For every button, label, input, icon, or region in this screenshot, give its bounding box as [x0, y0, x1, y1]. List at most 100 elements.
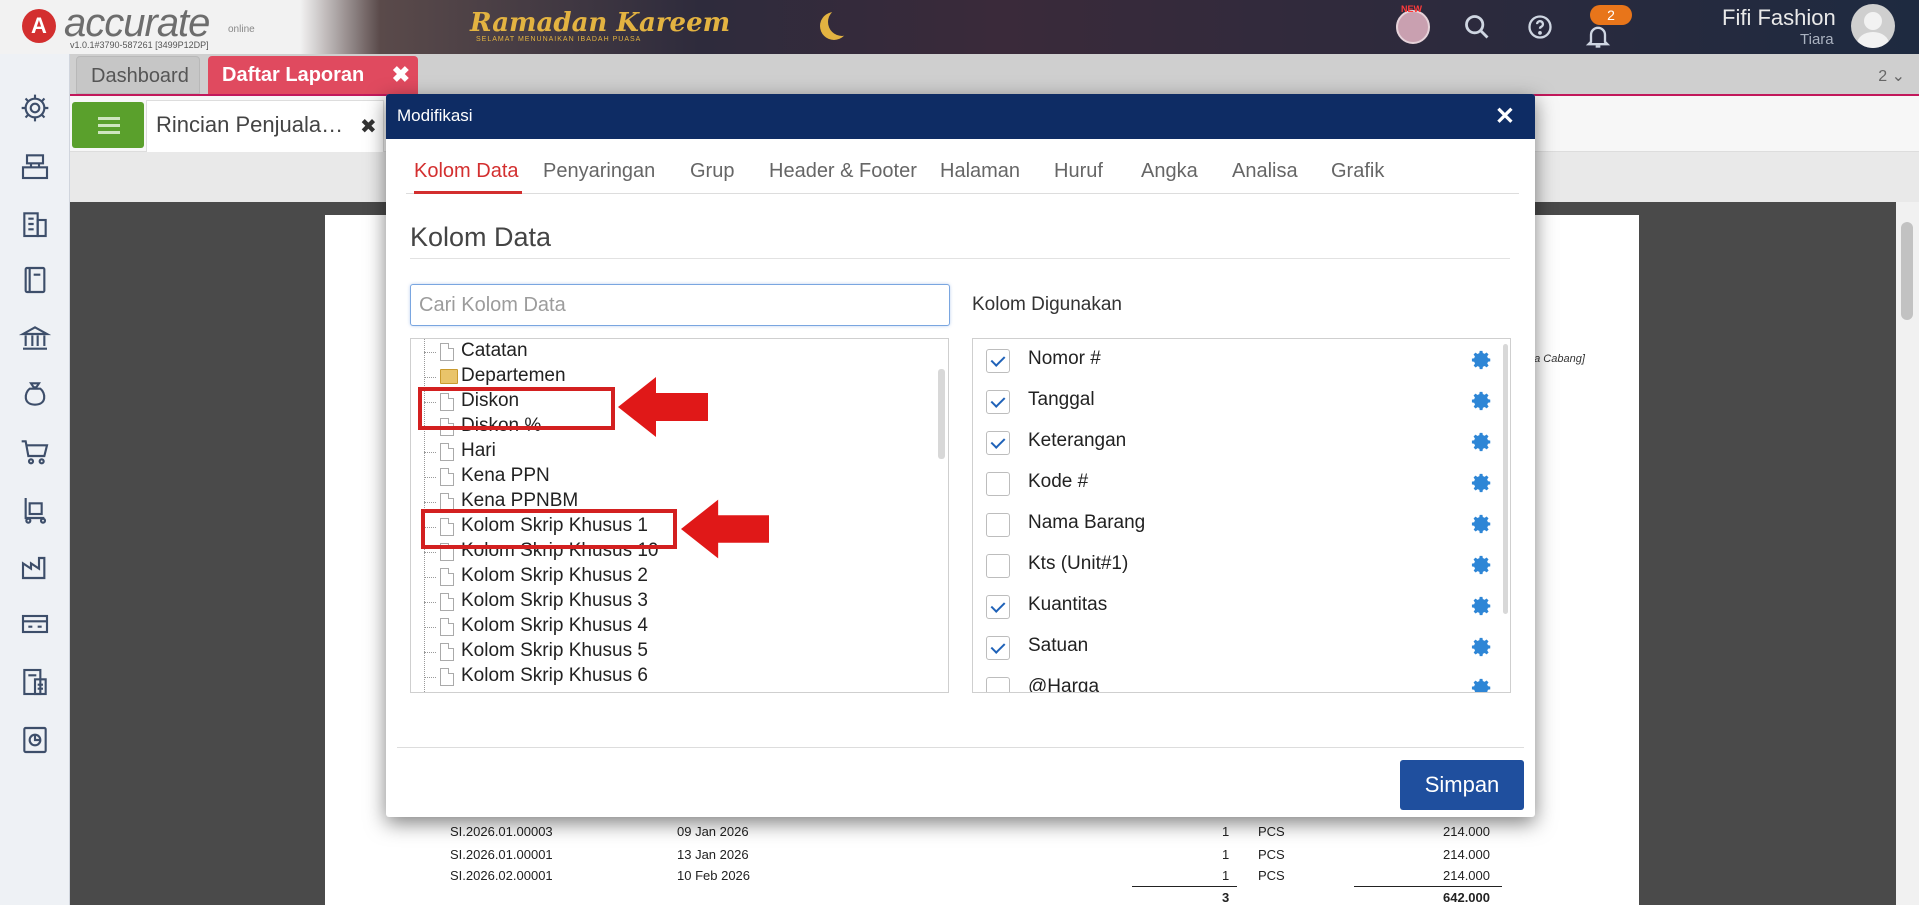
- tab-header-footer[interactable]: Header & Footer: [769, 156, 917, 194]
- money-bag-icon[interactable]: [19, 378, 51, 410]
- tree-scrollbar[interactable]: [938, 369, 945, 459]
- avatar[interactable]: [1851, 4, 1895, 48]
- bank-icon[interactable]: [19, 322, 51, 354]
- save-button[interactable]: Simpan: [1400, 760, 1524, 810]
- used-column-label: Kts (Unit#1): [1028, 553, 1129, 574]
- report-row-number: SI.2026.01.00003: [450, 824, 553, 839]
- list-item: Satuan: [973, 629, 1493, 663]
- report-row-date: 13 Jan 2026: [677, 847, 749, 862]
- user-name[interactable]: Fifi Fashion: [1722, 5, 1836, 31]
- new-feature-icon[interactable]: [1396, 10, 1430, 44]
- tab-halaman[interactable]: Halaman: [940, 156, 1020, 194]
- tree-branch-line: [424, 452, 436, 453]
- list-icon-line: [98, 131, 120, 134]
- warehouse-icon[interactable]: [19, 608, 51, 640]
- tree-branch-line: [424, 652, 436, 653]
- used-column-label: Tanggal: [1028, 389, 1095, 410]
- tree-item-catatan[interactable]: Catatan: [424, 340, 824, 365]
- tree-item-kolom-skrip-khusus-6[interactable]: Kolom Skrip Khusus 6: [424, 665, 824, 690]
- file-icon: [440, 443, 454, 461]
- gear-icon[interactable]: [1471, 513, 1493, 535]
- used-column-label: Kode #: [1028, 471, 1089, 492]
- list-item: Kode #: [973, 465, 1493, 499]
- checkbox-satuan[interactable]: [986, 636, 1010, 660]
- cart-icon[interactable]: [19, 436, 51, 468]
- checkbox-harga[interactable]: [986, 677, 1010, 692]
- used-column-label: Satuan: [1028, 635, 1089, 656]
- accurate-logo-icon[interactable]: A: [22, 9, 56, 43]
- tab-dashboard[interactable]: Dashboard: [76, 56, 200, 94]
- tree-item-kolom-skrip-khusus-3[interactable]: Kolom Skrip Khusus 3: [424, 590, 824, 615]
- list-item: @Harga: [973, 670, 1493, 693]
- report-row-qty: 1: [1222, 868, 1230, 883]
- modifikasi-dialog: Modifikasi ✕ Kolom Data Penyaringan Grup…: [386, 94, 1535, 817]
- tree-branch-line: [424, 677, 436, 678]
- checkbox-nomor[interactable]: [986, 349, 1010, 373]
- used-column-label: Kuantitas: [1028, 594, 1108, 615]
- close-icon[interactable]: ✖: [360, 114, 377, 139]
- report-row-price: 214.000: [1443, 868, 1490, 883]
- used-columns-scrollbar[interactable]: [1503, 344, 1508, 614]
- gear-icon[interactable]: [1471, 677, 1493, 693]
- list-item: Kts (Unit#1): [973, 547, 1493, 581]
- close-icon[interactable]: ✖: [392, 56, 410, 94]
- checkbox-kuantitas[interactable]: [986, 595, 1010, 619]
- folder-icon: [440, 369, 458, 384]
- close-icon[interactable]: ✕: [1495, 102, 1515, 131]
- tree-item-kena-ppn[interactable]: Kena PPN: [424, 465, 824, 490]
- checkbox-tanggal[interactable]: [986, 390, 1010, 414]
- report-row-unit: PCS: [1258, 824, 1285, 839]
- report-chart-icon[interactable]: [19, 724, 51, 756]
- tab-angka[interactable]: Angka: [1141, 156, 1198, 194]
- search-input[interactable]: [410, 284, 950, 326]
- tab-kolom-data[interactable]: Kolom Data: [414, 156, 522, 194]
- tab-penyaringan[interactable]: Penyaringan: [543, 156, 655, 194]
- trolley-icon[interactable]: [19, 494, 51, 526]
- gear-icon[interactable]: [1471, 349, 1493, 371]
- bell-icon[interactable]: [1584, 22, 1612, 50]
- tree-item-label: Kolom Skrip Khusus 6: [461, 665, 648, 686]
- tab-daftar-laporan[interactable]: Daftar Laporan ✖: [208, 56, 418, 94]
- tree-item-label: Kolom Skrip Khusus 5: [461, 640, 648, 661]
- tree-item-kolom-skrip-khusus-5[interactable]: Kolom Skrip Khusus 5: [424, 640, 824, 665]
- file-icon: [440, 343, 454, 361]
- used-column-label: @Harga: [1028, 676, 1100, 693]
- gear-icon[interactable]: [1471, 472, 1493, 494]
- tab-bar: Dashboard Daftar Laporan ✖ 2 ⌄: [70, 54, 1919, 96]
- new-badge: NEW: [1401, 4, 1422, 14]
- tree-item-label: Kolom Skrip Khusus 4: [461, 615, 648, 636]
- tax-icon[interactable]: [19, 666, 51, 698]
- tree-item-hari[interactable]: Hari: [424, 440, 824, 465]
- checkbox-kts-unit1[interactable]: [986, 554, 1010, 578]
- tab-count-dropdown[interactable]: 2 ⌄: [1878, 66, 1905, 86]
- gear-icon[interactable]: [1471, 595, 1493, 617]
- gear-icon[interactable]: [19, 92, 51, 124]
- book-icon[interactable]: [19, 264, 51, 296]
- gear-icon[interactable]: [1471, 636, 1493, 658]
- building-icon[interactable]: [19, 208, 51, 240]
- tab-analisa[interactable]: Analisa: [1232, 156, 1298, 194]
- tree-item-kolom-skrip-khusus-4[interactable]: Kolom Skrip Khusus 4: [424, 615, 824, 640]
- scrollbar-thumb[interactable]: [1901, 222, 1913, 320]
- tree-branch-line: [424, 352, 436, 353]
- gear-icon[interactable]: [1471, 390, 1493, 412]
- tab-grafik[interactable]: Grafik: [1331, 156, 1384, 194]
- gear-icon[interactable]: [1471, 431, 1493, 453]
- factory-icon[interactable]: [19, 550, 51, 582]
- search-icon[interactable]: [1463, 13, 1491, 41]
- checkbox-nama-barang[interactable]: [986, 513, 1010, 537]
- tab-grup[interactable]: Grup: [690, 156, 734, 194]
- checkbox-kode[interactable]: [986, 472, 1010, 496]
- report-row-unit: PCS: [1258, 868, 1285, 883]
- total-divider: [1354, 886, 1502, 887]
- list-item: Nomor #: [973, 342, 1493, 376]
- checkbox-keterangan[interactable]: [986, 431, 1010, 455]
- tree-item-kolom-skrip-khusus-2[interactable]: Kolom Skrip Khusus 2: [424, 565, 824, 590]
- crescent-moon-icon: [828, 8, 856, 36]
- tab-huruf[interactable]: Huruf: [1054, 156, 1103, 194]
- list-menu-button[interactable]: [72, 102, 144, 148]
- cashier-icon[interactable]: [19, 150, 51, 182]
- divider: [397, 747, 1524, 748]
- gear-icon[interactable]: [1471, 554, 1493, 576]
- help-icon[interactable]: [1526, 13, 1554, 41]
